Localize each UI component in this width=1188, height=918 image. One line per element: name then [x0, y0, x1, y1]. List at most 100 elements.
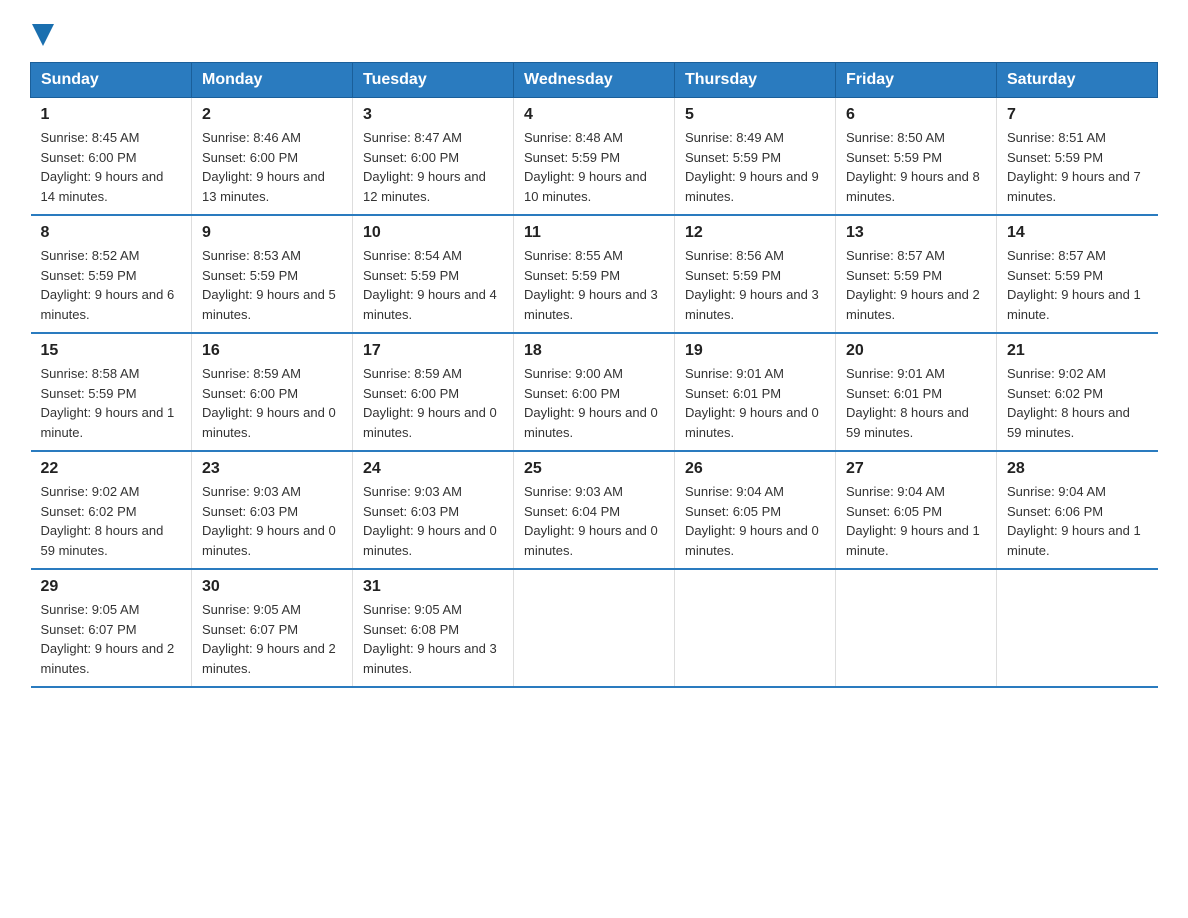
- week-row-2: 8 Sunrise: 8:52 AMSunset: 5:59 PMDayligh…: [31, 215, 1158, 333]
- logo-triangle-icon: [32, 24, 54, 46]
- day-info: Sunrise: 9:01 AMSunset: 6:01 PMDaylight:…: [685, 366, 819, 440]
- calendar-cell: 12 Sunrise: 8:56 AMSunset: 5:59 PMDaylig…: [675, 215, 836, 333]
- header-day-friday: Friday: [836, 63, 997, 98]
- day-info: Sunrise: 8:54 AMSunset: 5:59 PMDaylight:…: [363, 248, 497, 322]
- calendar-cell: 27 Sunrise: 9:04 AMSunset: 6:05 PMDaylig…: [836, 451, 997, 569]
- calendar-cell: 17 Sunrise: 8:59 AMSunset: 6:00 PMDaylig…: [353, 333, 514, 451]
- day-number: 16: [202, 342, 342, 360]
- calendar-cell: 10 Sunrise: 8:54 AMSunset: 5:59 PMDaylig…: [353, 215, 514, 333]
- week-row-1: 1 Sunrise: 8:45 AMSunset: 6:00 PMDayligh…: [31, 98, 1158, 216]
- day-number: 22: [41, 460, 182, 478]
- calendar-cell: 5 Sunrise: 8:49 AMSunset: 5:59 PMDayligh…: [675, 98, 836, 216]
- day-info: Sunrise: 8:58 AMSunset: 5:59 PMDaylight:…: [41, 366, 175, 440]
- day-number: 26: [685, 460, 825, 478]
- day-number: 3: [363, 106, 503, 124]
- header-day-wednesday: Wednesday: [514, 63, 675, 98]
- calendar-body: 1 Sunrise: 8:45 AMSunset: 6:00 PMDayligh…: [31, 98, 1158, 688]
- calendar-header: SundayMondayTuesdayWednesdayThursdayFrid…: [31, 63, 1158, 98]
- day-info: Sunrise: 8:52 AMSunset: 5:59 PMDaylight:…: [41, 248, 175, 322]
- calendar-table: SundayMondayTuesdayWednesdayThursdayFrid…: [30, 62, 1158, 688]
- header-day-sunday: Sunday: [31, 63, 192, 98]
- day-number: 23: [202, 460, 342, 478]
- day-number: 6: [846, 106, 986, 124]
- day-number: 5: [685, 106, 825, 124]
- day-info: Sunrise: 8:46 AMSunset: 6:00 PMDaylight:…: [202, 130, 325, 204]
- page-header: [30, 20, 1158, 46]
- calendar-cell: 22 Sunrise: 9:02 AMSunset: 6:02 PMDaylig…: [31, 451, 192, 569]
- calendar-cell: 9 Sunrise: 8:53 AMSunset: 5:59 PMDayligh…: [192, 215, 353, 333]
- day-info: Sunrise: 8:49 AMSunset: 5:59 PMDaylight:…: [685, 130, 819, 204]
- day-number: 1: [41, 106, 182, 124]
- day-info: Sunrise: 8:59 AMSunset: 6:00 PMDaylight:…: [363, 366, 497, 440]
- calendar-cell: 15 Sunrise: 8:58 AMSunset: 5:59 PMDaylig…: [31, 333, 192, 451]
- calendar-cell: 24 Sunrise: 9:03 AMSunset: 6:03 PMDaylig…: [353, 451, 514, 569]
- day-info: Sunrise: 9:04 AMSunset: 6:06 PMDaylight:…: [1007, 484, 1141, 558]
- day-info: Sunrise: 8:57 AMSunset: 5:59 PMDaylight:…: [846, 248, 980, 322]
- day-number: 18: [524, 342, 664, 360]
- calendar-cell: 6 Sunrise: 8:50 AMSunset: 5:59 PMDayligh…: [836, 98, 997, 216]
- day-number: 30: [202, 578, 342, 596]
- day-number: 12: [685, 224, 825, 242]
- calendar-cell: [997, 569, 1158, 687]
- day-info: Sunrise: 9:00 AMSunset: 6:00 PMDaylight:…: [524, 366, 658, 440]
- calendar-cell: 28 Sunrise: 9:04 AMSunset: 6:06 PMDaylig…: [997, 451, 1158, 569]
- day-info: Sunrise: 8:47 AMSunset: 6:00 PMDaylight:…: [363, 130, 486, 204]
- calendar-cell: 13 Sunrise: 8:57 AMSunset: 5:59 PMDaylig…: [836, 215, 997, 333]
- day-info: Sunrise: 9:05 AMSunset: 6:08 PMDaylight:…: [363, 602, 497, 676]
- day-info: Sunrise: 9:05 AMSunset: 6:07 PMDaylight:…: [41, 602, 175, 676]
- calendar-cell: 4 Sunrise: 8:48 AMSunset: 5:59 PMDayligh…: [514, 98, 675, 216]
- logo: [30, 20, 54, 46]
- day-info: Sunrise: 9:02 AMSunset: 6:02 PMDaylight:…: [41, 484, 164, 558]
- calendar-cell: 26 Sunrise: 9:04 AMSunset: 6:05 PMDaylig…: [675, 451, 836, 569]
- calendar-cell: 16 Sunrise: 8:59 AMSunset: 6:00 PMDaylig…: [192, 333, 353, 451]
- day-info: Sunrise: 9:03 AMSunset: 6:03 PMDaylight:…: [202, 484, 336, 558]
- calendar-cell: [514, 569, 675, 687]
- day-number: 8: [41, 224, 182, 242]
- header-day-saturday: Saturday: [997, 63, 1158, 98]
- day-number: 2: [202, 106, 342, 124]
- calendar-cell: 19 Sunrise: 9:01 AMSunset: 6:01 PMDaylig…: [675, 333, 836, 451]
- header-day-monday: Monday: [192, 63, 353, 98]
- calendar-cell: 7 Sunrise: 8:51 AMSunset: 5:59 PMDayligh…: [997, 98, 1158, 216]
- day-number: 9: [202, 224, 342, 242]
- day-number: 4: [524, 106, 664, 124]
- calendar-cell: 2 Sunrise: 8:46 AMSunset: 6:00 PMDayligh…: [192, 98, 353, 216]
- day-info: Sunrise: 8:57 AMSunset: 5:59 PMDaylight:…: [1007, 248, 1141, 322]
- day-info: Sunrise: 9:03 AMSunset: 6:04 PMDaylight:…: [524, 484, 658, 558]
- day-number: 25: [524, 460, 664, 478]
- calendar-cell: 21 Sunrise: 9:02 AMSunset: 6:02 PMDaylig…: [997, 333, 1158, 451]
- header-day-tuesday: Tuesday: [353, 63, 514, 98]
- day-number: 21: [1007, 342, 1148, 360]
- calendar-cell: [836, 569, 997, 687]
- week-row-5: 29 Sunrise: 9:05 AMSunset: 6:07 PMDaylig…: [31, 569, 1158, 687]
- calendar-cell: 30 Sunrise: 9:05 AMSunset: 6:07 PMDaylig…: [192, 569, 353, 687]
- day-info: Sunrise: 8:45 AMSunset: 6:00 PMDaylight:…: [41, 130, 164, 204]
- calendar-cell: 31 Sunrise: 9:05 AMSunset: 6:08 PMDaylig…: [353, 569, 514, 687]
- day-number: 17: [363, 342, 503, 360]
- day-info: Sunrise: 9:04 AMSunset: 6:05 PMDaylight:…: [846, 484, 980, 558]
- day-number: 14: [1007, 224, 1148, 242]
- day-number: 29: [41, 578, 182, 596]
- calendar-cell: 18 Sunrise: 9:00 AMSunset: 6:00 PMDaylig…: [514, 333, 675, 451]
- day-info: Sunrise: 9:01 AMSunset: 6:01 PMDaylight:…: [846, 366, 969, 440]
- calendar-cell: 1 Sunrise: 8:45 AMSunset: 6:00 PMDayligh…: [31, 98, 192, 216]
- day-info: Sunrise: 9:05 AMSunset: 6:07 PMDaylight:…: [202, 602, 336, 676]
- day-number: 15: [41, 342, 182, 360]
- calendar-cell: [675, 569, 836, 687]
- day-number: 31: [363, 578, 503, 596]
- day-info: Sunrise: 9:03 AMSunset: 6:03 PMDaylight:…: [363, 484, 497, 558]
- day-number: 20: [846, 342, 986, 360]
- calendar-cell: 20 Sunrise: 9:01 AMSunset: 6:01 PMDaylig…: [836, 333, 997, 451]
- day-info: Sunrise: 8:53 AMSunset: 5:59 PMDaylight:…: [202, 248, 336, 322]
- week-row-4: 22 Sunrise: 9:02 AMSunset: 6:02 PMDaylig…: [31, 451, 1158, 569]
- day-info: Sunrise: 8:50 AMSunset: 5:59 PMDaylight:…: [846, 130, 980, 204]
- day-number: 27: [846, 460, 986, 478]
- day-number: 11: [524, 224, 664, 242]
- day-info: Sunrise: 8:48 AMSunset: 5:59 PMDaylight:…: [524, 130, 647, 204]
- day-number: 10: [363, 224, 503, 242]
- header-row: SundayMondayTuesdayWednesdayThursdayFrid…: [31, 63, 1158, 98]
- calendar-cell: 14 Sunrise: 8:57 AMSunset: 5:59 PMDaylig…: [997, 215, 1158, 333]
- day-number: 13: [846, 224, 986, 242]
- day-info: Sunrise: 8:59 AMSunset: 6:00 PMDaylight:…: [202, 366, 336, 440]
- day-info: Sunrise: 9:02 AMSunset: 6:02 PMDaylight:…: [1007, 366, 1130, 440]
